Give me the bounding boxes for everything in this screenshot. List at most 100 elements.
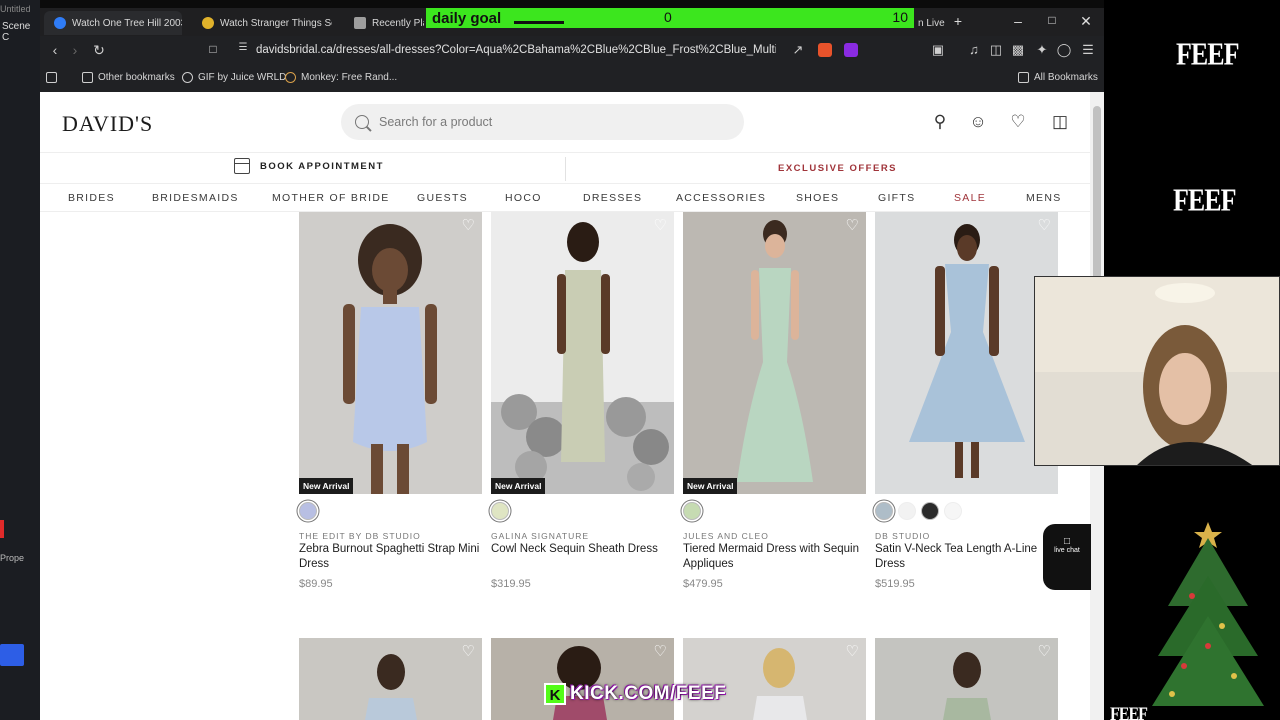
book-appointment-label: BOOK APPOINTMENT [260, 160, 384, 172]
tab-label: Recently Playe [372, 17, 424, 29]
color-swatch[interactable] [944, 502, 962, 520]
sidebar-icon[interactable]: ◫ [988, 42, 1004, 58]
screen: Untitled Scene C Prope Watch One Tree Hi… [0, 0, 1280, 720]
share-icon[interactable]: ↗ [790, 42, 806, 58]
folder-icon [82, 72, 93, 83]
back-icon[interactable]: ‹ [46, 42, 64, 58]
product-image[interactable]: ♡ [875, 638, 1058, 720]
nav-mother-of-bride[interactable]: MOTHER OF BRIDE [272, 192, 390, 204]
webcam-feed [1034, 276, 1280, 466]
bookmark-page-icon[interactable]: □ [204, 42, 222, 56]
wishlist-heart-icon[interactable]: ♡ [1038, 644, 1051, 659]
product-name[interactable]: Cowl Neck Sequin Sheath Dress [491, 542, 674, 557]
browser-tab-3[interactable]: Recently Playe [344, 11, 424, 35]
maximize-icon[interactable]: □ [1042, 13, 1062, 27]
wishlist-heart-icon[interactable]: ♡ [1038, 218, 1051, 233]
forward-icon[interactable]: › [66, 42, 84, 58]
promo-bar: BOOK APPOINTMENT EXCLUSIVE OFFERS [40, 152, 1090, 184]
wishlist-heart-icon[interactable]: ♡ [654, 218, 667, 233]
product-image[interactable]: ♡ New Arrival [683, 212, 866, 494]
account-icon[interactable]: ☺ [968, 112, 988, 132]
color-swatch[interactable] [921, 502, 939, 520]
nav-accessories[interactable]: ACCESSORIES [676, 192, 766, 204]
product-name[interactable]: Satin V-Neck Tea Length A-Line Dress [875, 542, 1058, 572]
obs-properties-label[interactable]: Prope [0, 553, 24, 563]
product-image[interactable]: ♡ [875, 212, 1058, 494]
new-tab-button[interactable]: + [948, 13, 968, 29]
tab-favicon-icon [354, 17, 366, 29]
browser-tab-1[interactable]: Watch One Tree Hill 2003 fu [44, 11, 182, 35]
browser-tab-2[interactable]: Watch Stranger Things Seas [192, 11, 332, 35]
dress-photo [553, 646, 607, 720]
product-image[interactable]: ♡ [491, 638, 674, 720]
product-image[interactable]: ♡ New Arrival [491, 212, 674, 494]
nav-shoes[interactable]: SHOES [796, 192, 839, 204]
exclusive-offers-link[interactable]: EXCLUSIVE OFFERS [778, 163, 897, 174]
vpn-icon[interactable]: ◯ [1056, 42, 1072, 58]
product-image[interactable]: ♡ [299, 638, 482, 720]
product-name[interactable]: Tiered Mermaid Dress with Sequin Appliqu… [683, 542, 866, 572]
dress-photo [365, 654, 417, 720]
site-info-icon[interactable]: ☰ [234, 42, 252, 53]
nav-hoco[interactable]: HOCO [505, 192, 542, 204]
feef-logo: FEEF [1173, 183, 1236, 218]
menu-icon[interactable]: ☰ [1080, 42, 1096, 58]
close-icon[interactable]: ✕ [1076, 13, 1096, 30]
product-image[interactable]: ♡ New Arrival [299, 212, 482, 494]
location-pin-icon[interactable]: ⚲ [930, 112, 950, 132]
bookmark-label: Other bookmarks [98, 72, 175, 83]
nav-mens[interactable]: MENS [1026, 192, 1062, 204]
color-swatch[interactable] [683, 502, 701, 520]
product-name[interactable]: Zebra Burnout Spaghetti Strap Mini Dress [299, 542, 482, 572]
url-bar[interactable]: davidsbridal.ca/dresses/all-dresses?Colo… [256, 44, 776, 56]
bookmark-label: GIF by Juice WRLD [198, 72, 287, 83]
bookmark-other[interactable]: Other bookmarks [82, 72, 175, 83]
brave-shield-icon[interactable] [818, 43, 832, 57]
live-chat-label: live chat [1054, 547, 1080, 554]
leo-icon[interactable]: ✦ [1034, 42, 1050, 58]
bookmark-gif[interactable]: GIF by Juice WRLD [182, 72, 286, 83]
bookmark-monkey[interactable]: Monkey: Free Rand... [285, 72, 397, 83]
goal-max: 10 [892, 9, 908, 25]
wishlist-heart-icon[interactable]: ♡ [654, 644, 667, 659]
minimize-icon[interactable]: – [1008, 13, 1028, 29]
search-bar[interactable] [341, 104, 744, 140]
all-bookmarks[interactable]: All Bookmarks [1018, 72, 1098, 83]
color-swatch[interactable] [299, 502, 317, 520]
nav-bridesmaids[interactable]: BRIDESMAIDS [152, 192, 239, 204]
wishlist-heart-icon[interactable]: ♡ [462, 218, 475, 233]
book-appointment-link[interactable]: BOOK APPOINTMENT [234, 158, 384, 174]
daily-goal-bar: daily goal 0 10 [426, 8, 914, 28]
nav-sale[interactable]: SALE [954, 192, 986, 204]
site-logo[interactable]: DAVID'S [62, 111, 153, 137]
product-price: $89.95 [299, 578, 333, 590]
nav-dresses[interactable]: DRESSES [583, 192, 642, 204]
wishlist-heart-icon[interactable]: ♡ [846, 218, 859, 233]
color-swatch[interactable] [898, 502, 916, 520]
nav-brides[interactable]: BRIDES [68, 192, 115, 204]
obs-blue-button[interactable] [0, 644, 24, 666]
search-input[interactable] [379, 115, 699, 129]
wishlist-heart-icon[interactable]: ♡ [462, 644, 475, 659]
obs-title: Untitled [0, 4, 31, 14]
color-swatch[interactable] [875, 502, 893, 520]
folder-icon [1018, 72, 1029, 83]
feef-logo: FEEF [1176, 37, 1239, 72]
kick-logo-icon: K [544, 683, 566, 705]
wishlist-heart-icon[interactable]: ♡ [1008, 112, 1028, 132]
reload-icon[interactable]: ↻ [90, 42, 108, 59]
apps-icon[interactable] [46, 72, 57, 83]
live-chat-button[interactable]: □ live chat [1043, 524, 1091, 590]
nav-guests[interactable]: GUESTS [417, 192, 468, 204]
rewards-icon[interactable] [844, 43, 858, 57]
shopping-bag-icon[interactable]: ◫ [1050, 112, 1070, 132]
screenshot-icon[interactable]: ▣ [930, 42, 946, 58]
tab-label: n Live [918, 17, 945, 29]
nav-gifts[interactable]: GIFTS [878, 192, 915, 204]
color-swatch[interactable] [491, 502, 509, 520]
product-image[interactable]: ♡ [683, 638, 866, 720]
obs-scene-label[interactable]: Scene C [2, 21, 40, 43]
wallet-icon[interactable]: ▩ [1010, 42, 1026, 58]
wishlist-heart-icon[interactable]: ♡ [846, 644, 859, 659]
music-icon[interactable]: ♫ [966, 42, 982, 57]
